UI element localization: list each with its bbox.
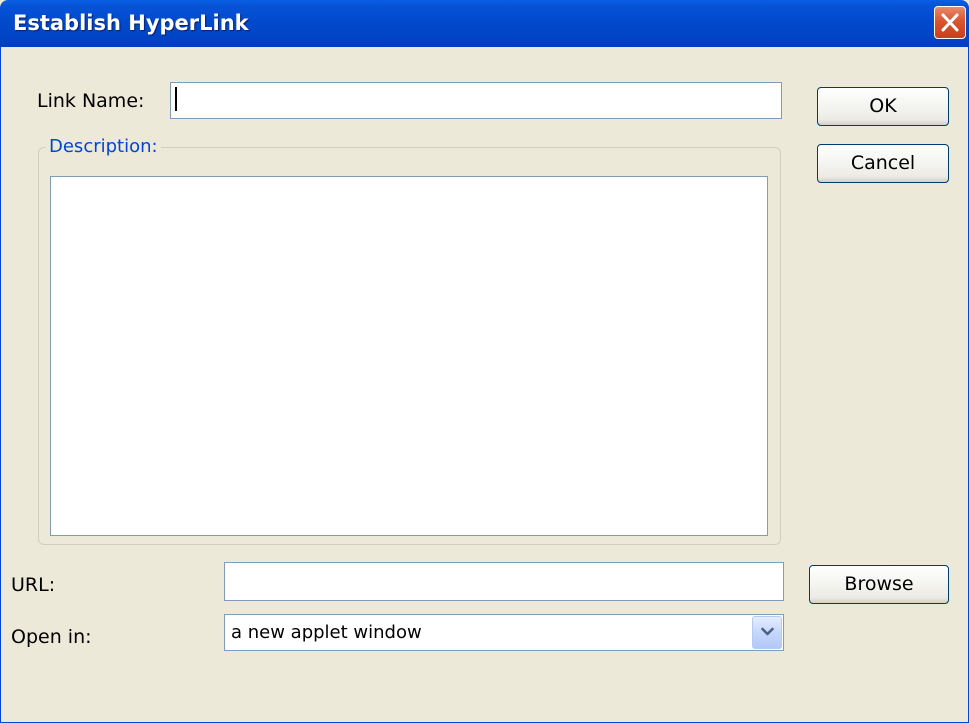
url-label: URL: bbox=[11, 574, 56, 596]
link-name-label: Link Name: bbox=[37, 90, 145, 112]
hyperlink-dialog: Establish HyperLink Link Name: OK Cancel… bbox=[0, 0, 969, 723]
browse-button[interactable]: Browse bbox=[809, 565, 949, 604]
dialog-body: Link Name: OK Cancel Description: URL: B… bbox=[0, 47, 969, 723]
description-textarea[interactable] bbox=[50, 176, 768, 536]
text-caret bbox=[175, 86, 177, 111]
description-legend: Description: bbox=[46, 135, 161, 159]
open-in-select[interactable]: a new applet window bbox=[224, 614, 784, 651]
dropdown-button[interactable] bbox=[752, 616, 782, 649]
chevron-down-icon bbox=[761, 627, 774, 636]
title-bar[interactable]: Establish HyperLink bbox=[0, 0, 969, 47]
open-in-label: Open in: bbox=[11, 626, 92, 648]
ok-button[interactable]: OK bbox=[817, 87, 949, 126]
close-button[interactable] bbox=[934, 6, 966, 39]
link-name-input[interactable] bbox=[170, 82, 782, 119]
url-input[interactable] bbox=[224, 562, 784, 601]
cancel-button[interactable]: Cancel bbox=[817, 144, 949, 183]
close-icon bbox=[941, 13, 959, 32]
window-title: Establish HyperLink bbox=[13, 11, 249, 35]
open-in-selected-value: a new applet window bbox=[231, 622, 422, 643]
